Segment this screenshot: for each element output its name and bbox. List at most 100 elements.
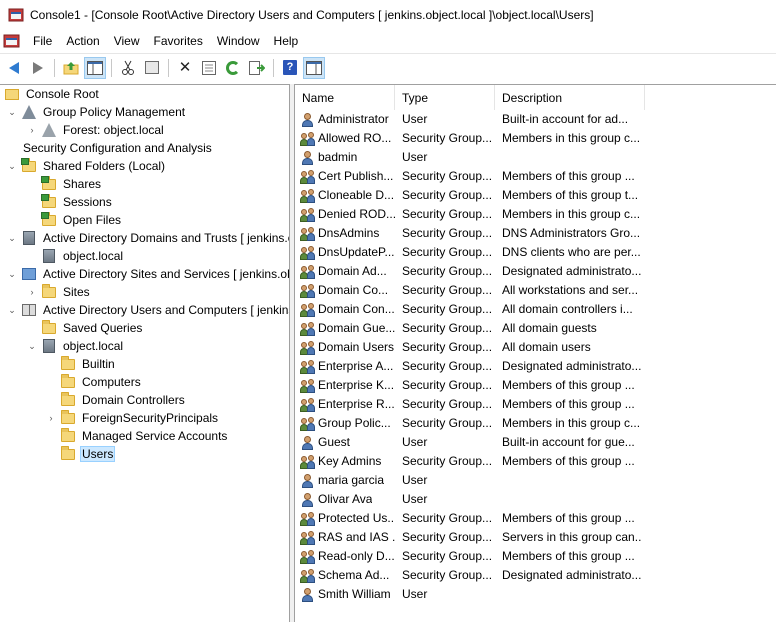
tree-item-group-policy-management[interactable]: ⌄ Group Policy Management <box>6 103 187 121</box>
chevron-down-icon[interactable]: ⌄ <box>6 157 18 175</box>
group-icon <box>300 169 316 185</box>
list-item[interactable]: Group Polic... Security Group... Members i… <box>295 414 776 433</box>
tree-item-domain-controllers[interactable]: Domain Controllers <box>45 391 187 409</box>
item-type: Security Group... <box>402 378 493 392</box>
list-item[interactable]: Denied ROD... Security Group... Members in… <box>295 205 776 224</box>
console-menu-icon[interactable] <box>3 33 21 49</box>
menu-window[interactable]: Window <box>210 30 267 52</box>
menu-help[interactable]: Help <box>267 30 306 52</box>
folder-icon <box>60 392 76 408</box>
list-item[interactable]: Olivar Ava User <box>295 490 776 509</box>
menu-action[interactable]: Action <box>59 30 106 52</box>
tree-item-open-files[interactable]: Open Files <box>26 211 123 229</box>
tree-item-object-local-trusts[interactable]: object.local <box>26 247 125 265</box>
list-item[interactable]: Domain Ad... Security Group... Designated … <box>295 262 776 281</box>
tree-item-users[interactable]: Users <box>45 445 116 463</box>
list-item[interactable]: Enterprise R... Security Group... Members … <box>295 395 776 414</box>
group-icon <box>300 454 316 470</box>
item-type: Security Group... <box>402 302 493 316</box>
chevron-right-icon[interactable]: › <box>26 121 38 139</box>
list-item[interactable]: Key Admins Security Group... Members of th… <box>295 452 776 471</box>
list-item[interactable]: Cert Publish... Security Group... Members … <box>295 167 776 186</box>
cell-name: Domain Co... <box>300 281 395 300</box>
chevron-down-icon[interactable]: ⌄ <box>6 229 18 247</box>
tree-item-sites[interactable]: › Sites <box>26 283 92 301</box>
refresh-icon[interactable] <box>222 57 244 79</box>
mmc-app-icon[interactable] <box>8 7 24 23</box>
tree-item-shared-folders[interactable]: ⌄ Shared Folders (Local) <box>6 157 167 175</box>
chevron-down-icon[interactable]: ⌄ <box>6 301 18 319</box>
list-item[interactable]: Domain Con... Security Group... All domain… <box>295 300 776 319</box>
delete-icon[interactable]: ✕ <box>174 57 196 79</box>
list-item[interactable]: Schema Ad... Security Group... Designated … <box>295 566 776 585</box>
list-item[interactable]: Read-only D... Security Group... Members o… <box>295 547 776 566</box>
tree-item-foreign-security-principals[interactable]: › ForeignSecurityPrincipals <box>45 409 220 427</box>
shared-folders-icon <box>21 158 37 174</box>
copy-icon[interactable] <box>141 57 163 79</box>
tree-item-sites-services[interactable]: ⌄ Active Directory Sites and Services [ … <box>6 265 289 283</box>
chevron-down-icon[interactable]: ⌄ <box>26 337 38 355</box>
tree-item-builtin[interactable]: Builtin <box>45 355 117 373</box>
up-folder-icon[interactable] <box>60 57 82 79</box>
cell-name: DnsAdmins <box>300 224 395 243</box>
item-name: Domain Co... <box>318 283 389 297</box>
list-item[interactable]: RAS and IAS ... Security Group... Servers … <box>295 528 776 547</box>
cut-icon[interactable] <box>117 57 139 79</box>
tree-item-forest[interactable]: › Forest: object.local <box>26 121 166 139</box>
list-item[interactable]: Smith William User <box>295 585 776 604</box>
item-name: Domain Ad... <box>318 264 387 278</box>
list-item[interactable]: DnsUpdateP... Security Group... DNS client… <box>295 243 776 262</box>
tree-item-domains-trusts[interactable]: ⌄ Active Directory Domains and Trusts [ … <box>6 229 289 247</box>
list-item[interactable]: Enterprise A... Security Group... Designat… <box>295 357 776 376</box>
list-item[interactable]: Domain Co... Security Group... All worksta… <box>295 281 776 300</box>
tree-item-object-local[interactable]: ⌄ object.local <box>26 337 125 355</box>
tree-item-computers[interactable]: Computers <box>45 373 143 391</box>
list-item[interactable]: Administrator User Built-in account for ad… <box>295 110 776 129</box>
tree-expander <box>45 445 57 463</box>
list-item[interactable]: Domain Gue... Security Group... All domain… <box>295 319 776 338</box>
list-item[interactable]: Cloneable D... Security Group... Members o… <box>295 186 776 205</box>
item-type: Security Group... <box>402 416 493 430</box>
chevron-down-icon[interactable]: ⌄ <box>6 265 18 283</box>
properties-icon[interactable] <box>198 57 220 79</box>
tree-expander <box>26 247 38 265</box>
column-header-name[interactable]: Name <box>295 85 395 110</box>
group-icon <box>300 226 316 242</box>
menu-file[interactable]: File <box>26 30 59 52</box>
list-item[interactable]: Domain Users Security Group... All domain … <box>295 338 776 357</box>
list-item[interactable]: badmin User <box>295 148 776 167</box>
list-item[interactable]: Enterprise K... Security Group... Members … <box>295 376 776 395</box>
column-header-type[interactable]: Type <box>395 85 495 110</box>
list-item[interactable]: Allowed RO... Security Group... Members in… <box>295 129 776 148</box>
tree-item-shares[interactable]: Shares <box>26 175 103 193</box>
help-icon[interactable]: ? <box>279 57 301 79</box>
list-item[interactable]: DnsAdmins Security Group... DNS Administra… <box>295 224 776 243</box>
chevron-right-icon[interactable]: › <box>45 409 57 427</box>
chevron-down-icon[interactable]: ⌄ <box>6 103 18 121</box>
list-item[interactable]: Protected Us... Security Group... Members … <box>295 509 776 528</box>
forward-icon[interactable] <box>27 57 49 79</box>
column-header-description[interactable]: Description <box>495 85 645 110</box>
domain-icon <box>41 248 57 264</box>
tree-item-sessions[interactable]: Sessions <box>26 193 114 211</box>
menu-view[interactable]: View <box>107 30 147 52</box>
tree-item-managed-service-accounts[interactable]: Managed Service Accounts <box>45 427 229 445</box>
tree-item-security-configuration[interactable]: Security Configuration and Analysis <box>6 139 214 157</box>
tree-item-console-root[interactable]: Console Root <box>2 85 101 103</box>
export-list-icon[interactable] <box>246 57 268 79</box>
menu-favorites[interactable]: Favorites <box>147 30 210 52</box>
show-hide-tree-icon[interactable] <box>84 56 106 79</box>
tree-item-label: Console Root <box>26 87 99 101</box>
item-type: Security Group... <box>402 264 493 278</box>
toolbar: ✕ ? <box>0 53 776 81</box>
list-item[interactable]: Guest User Built-in account for gue... <box>295 433 776 452</box>
console-tree-pane[interactable]: Console Root ⌄ Group Policy Management ›… <box>0 84 290 622</box>
tree-item-aduc[interactable]: ⌄ Active Directory Users and Computers [… <box>6 301 289 319</box>
back-icon[interactable] <box>3 57 25 79</box>
tree-item-saved-queries[interactable]: Saved Queries <box>26 319 144 337</box>
chevron-right-icon[interactable]: › <box>26 283 38 301</box>
group-icon <box>300 264 316 280</box>
list-item[interactable]: maria garcia User <box>295 471 776 490</box>
show-hide-action-pane-icon[interactable] <box>303 56 325 79</box>
results-list-pane[interactable]: Name Type Description Administrator User B… <box>295 84 776 622</box>
